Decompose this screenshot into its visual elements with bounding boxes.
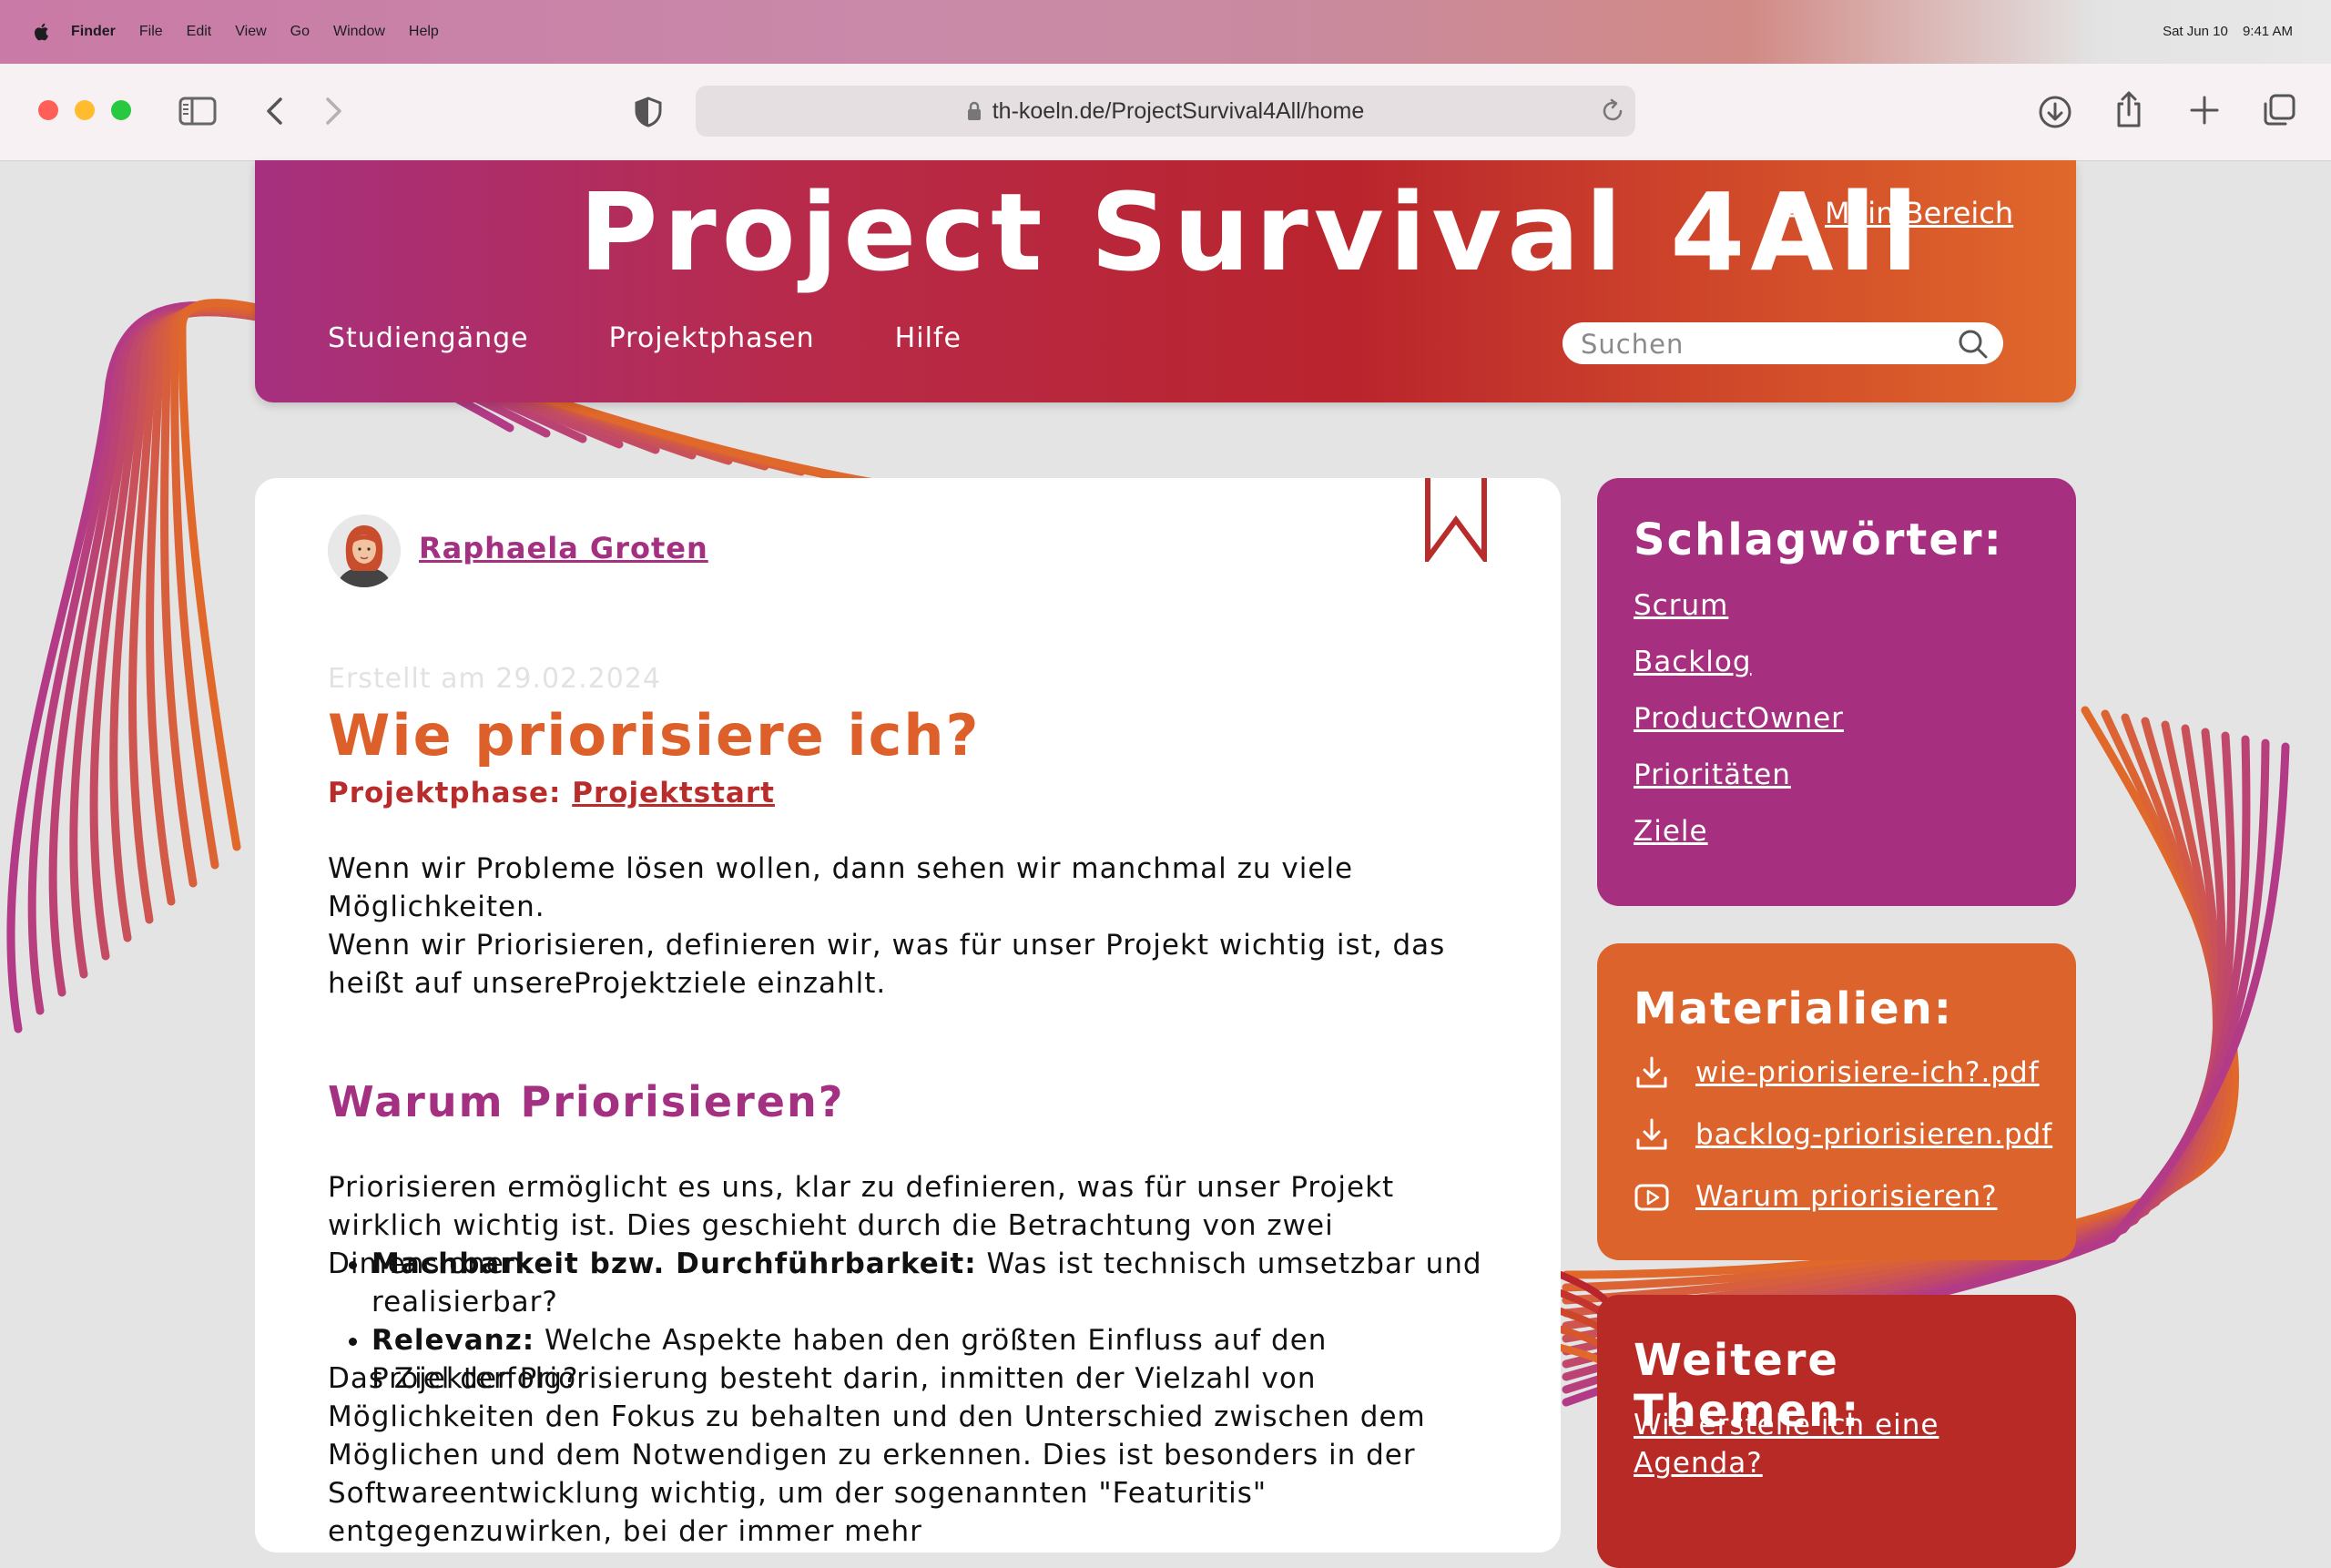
zoom-window-button[interactable] xyxy=(111,100,131,120)
author-avatar[interactable] xyxy=(328,514,401,587)
list-item: Machbarkeit bzw. Durchführbarkeit: Was i… xyxy=(372,1245,1537,1321)
topic-link-agenda[interactable]: Wie erstelle ich eine Agenda? xyxy=(1634,1406,2016,1482)
closing-paragraph: Das Ziel der Priorisierung besteht darin… xyxy=(328,1362,1426,1548)
intro-line-2: Wenn wir Priorisieren, definieren wir, w… xyxy=(328,929,1446,1000)
tag-scrum[interactable]: Scrum xyxy=(1634,589,1728,622)
author-link[interactable]: Raphaela Groten xyxy=(419,531,708,565)
nav-studiengaenge[interactable]: Studiengänge xyxy=(328,322,529,354)
sidebar-toggle-icon[interactable] xyxy=(178,97,217,126)
tag-ziele[interactable]: Ziele xyxy=(1634,815,1708,848)
tag-backlog[interactable]: Backlog xyxy=(1634,646,1752,678)
lock-icon xyxy=(967,101,981,120)
created-date: Erstellt am 29.02.2024 xyxy=(328,663,662,695)
tag-prioritaeten[interactable]: Prioritäten xyxy=(1634,759,1791,791)
material-link-pdf-1[interactable]: wie-priorisiere-ich?.pdf xyxy=(1695,1056,2040,1089)
materials-title: Materialien: xyxy=(1634,983,1953,1034)
back-arrow-icon[interactable] xyxy=(264,97,284,126)
site-title[interactable]: Project Survival 4All xyxy=(579,169,1924,295)
new-tab-plus-icon[interactable] xyxy=(2189,95,2220,126)
reload-icon[interactable] xyxy=(1599,97,1626,126)
tags-box: Schlagwörter: Scrum Backlog ProductOwner… xyxy=(1597,478,2076,906)
search-box xyxy=(1562,322,2003,366)
material-item: wie-priorisiere-ich?.pdf xyxy=(1634,1054,2040,1091)
project-phase: Projektphase: Projektstart xyxy=(328,777,775,809)
bookmark-icon[interactable] xyxy=(1424,478,1488,562)
material-link-video[interactable]: Warum priorisieren? xyxy=(1695,1180,1998,1213)
material-item: Warum priorisieren? xyxy=(1634,1178,1998,1215)
materials-box: Materialien: wie-priorisiere-ich?.pdf ba… xyxy=(1597,943,2076,1260)
account-link[interactable]: Mein Bereich xyxy=(1774,195,2013,231)
minimize-window-button[interactable] xyxy=(75,100,95,120)
nav-projektphasen[interactable]: Projektphasen xyxy=(609,322,815,354)
intro-paragraph: Wenn wir Probleme lösen wollen, dann seh… xyxy=(328,850,1493,1003)
search-icon[interactable] xyxy=(1958,329,1989,360)
tags-title: Schlagwörter: xyxy=(1634,514,2003,565)
list-item-term: Machbarkeit bzw. Durchführbarkeit: xyxy=(372,1247,977,1280)
project-phase-link[interactable]: Projektstart xyxy=(572,777,775,809)
nav-hilfe[interactable]: Hilfe xyxy=(895,322,962,354)
close-window-button[interactable] xyxy=(38,100,58,120)
account-link-label: Mein Bereich xyxy=(1825,196,2014,230)
article-card: Raphaela Groten Erstellt am 29.02.2024 W… xyxy=(255,478,1561,1553)
intro-line-1: Wenn wir Probleme lösen wollen, dann seh… xyxy=(328,852,1354,923)
url-text: th-koeln.de/ProjectSurvival4All/home xyxy=(992,97,1365,124)
search-input[interactable] xyxy=(1579,322,1947,366)
article-title: Wie priorisiere ich? xyxy=(328,702,981,769)
tag-productowner[interactable]: ProductOwner xyxy=(1634,702,1844,735)
video-icon xyxy=(1634,1184,1669,1211)
download-icon xyxy=(1636,1118,1667,1150)
download-icon xyxy=(1636,1056,1667,1088)
list-item-term: Relevanz: xyxy=(372,1324,535,1357)
downloads-icon[interactable] xyxy=(2038,95,2072,129)
main-nav: Studiengänge Projektphasen Hilfe xyxy=(328,322,1042,354)
share-icon[interactable] xyxy=(2114,89,2143,129)
site-header: Project Survival 4All Mein Bereich Studi… xyxy=(255,160,2076,402)
user-icon xyxy=(1775,196,1807,229)
tab-overview-icon[interactable] xyxy=(2262,93,2296,127)
section-heading: Warum Priorisieren? xyxy=(328,1077,845,1126)
more-topics-box: Weitere Themen: Wie erstelle ich eine Ag… xyxy=(1597,1295,2076,1568)
material-link-pdf-2[interactable]: backlog-priorisieren.pdf xyxy=(1695,1118,2052,1151)
address-bar[interactable]: th-koeln.de/ProjectSurvival4All/home xyxy=(696,86,1635,137)
material-item: backlog-priorisieren.pdf xyxy=(1634,1116,2052,1153)
project-phase-label: Projektphase: xyxy=(328,777,562,809)
forward-arrow-icon[interactable] xyxy=(324,97,344,126)
privacy-shield-icon[interactable] xyxy=(634,97,663,127)
